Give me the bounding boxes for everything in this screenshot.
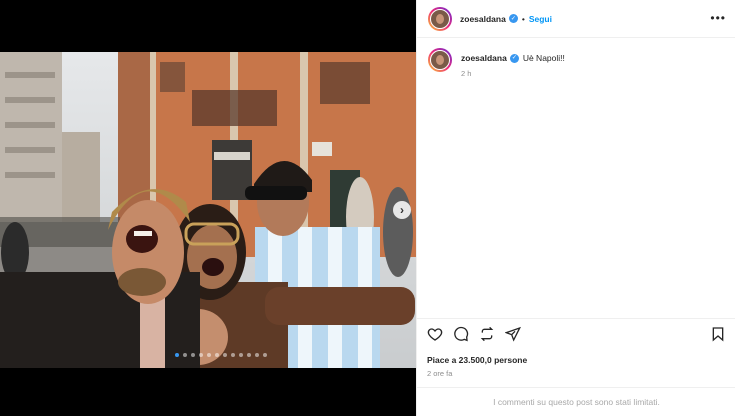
- post-actions: Piace a 23.500,0 persone 2 ore fa: [417, 318, 735, 378]
- username-link[interactable]: zoesaldana: [460, 14, 506, 24]
- heart-icon[interactable]: [427, 326, 443, 342]
- more-options-icon[interactable]: •••: [710, 12, 726, 24]
- verified-badge-icon: ✓: [509, 53, 519, 63]
- send-icon[interactable]: [505, 326, 521, 342]
- carousel-dot: [247, 353, 251, 357]
- carousel-next-button[interactable]: ›: [393, 201, 411, 219]
- carousel-dot: [191, 353, 195, 357]
- post-timestamp[interactable]: 2 ore fa: [427, 369, 726, 378]
- repost-icon[interactable]: [479, 326, 495, 342]
- carousel-dot: [183, 353, 187, 357]
- likes-count[interactable]: Piace a 23.500,0 persone: [427, 355, 726, 365]
- carousel-dots: [175, 353, 267, 357]
- carousel-dot: [239, 353, 243, 357]
- carousel-dot: [255, 353, 259, 357]
- carousel-dot: [199, 353, 203, 357]
- carousel-dot: [175, 353, 179, 357]
- carousel-dot: [231, 353, 235, 357]
- caption-username-link[interactable]: zoesaldana: [461, 53, 507, 63]
- verified-badge-icon: ✓: [508, 14, 518, 23]
- caption-avatar[interactable]: [428, 48, 452, 72]
- separator-dot: •: [521, 13, 525, 24]
- carousel-dot: [223, 353, 227, 357]
- avatar[interactable]: [428, 6, 452, 31]
- carousel-dot: [263, 353, 267, 357]
- post-media: ›: [0, 0, 416, 416]
- post-photo[interactable]: [0, 52, 416, 368]
- follow-button[interactable]: Segui: [529, 14, 552, 24]
- post-header: zoesaldana ✓ • Segui •••: [417, 0, 735, 38]
- caption-text: Uè Napoli!!: [522, 53, 565, 63]
- bookmark-icon[interactable]: [710, 326, 726, 342]
- comments-limited-notice: I commenti su questo post sono stati lim…: [417, 387, 735, 416]
- post-caption: zoesaldana ✓ Uè Napoli!! 2 h: [428, 48, 565, 78]
- carousel-dot: [215, 353, 219, 357]
- post-side-panel: zoesaldana ✓ • Segui ••• zoesaldana ✓ Uè…: [416, 0, 735, 416]
- comment-bubble-icon[interactable]: [453, 326, 469, 342]
- carousel-dot: [207, 353, 211, 357]
- instagram-post: › zoesaldana ✓ • Segui ••• zoesaldana ✓ …: [0, 0, 735, 416]
- caption-time: 2 h: [461, 69, 472, 78]
